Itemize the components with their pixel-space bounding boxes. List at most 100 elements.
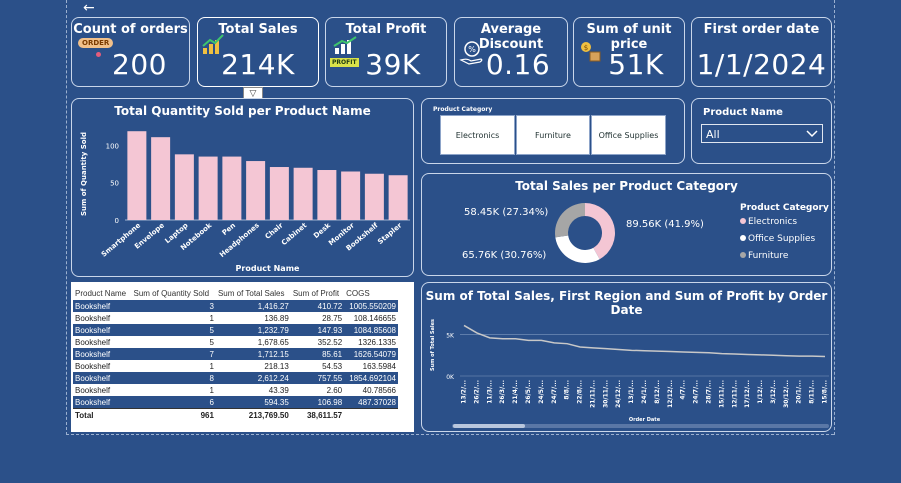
product-dropdown[interactable]: All <box>701 124 823 143</box>
x-tick-label: 21/11/... <box>589 380 596 408</box>
x-tick-label: 1/12/... <box>757 380 764 404</box>
column-header[interactable]: Product Name <box>73 286 132 300</box>
product-slicer-panel: Product Name All <box>691 98 832 164</box>
table-cell: 757.55 <box>290 372 345 384</box>
x-tick-label: 8/8/... <box>564 380 571 400</box>
x-tick-label: 20/1/... <box>796 380 803 404</box>
table-cell: 108.146655 <box>353 313 396 323</box>
x-tick-label: 24/5/... <box>538 380 545 404</box>
x-axis-title: Product Name <box>236 264 301 273</box>
table-cell: 3 <box>131 300 216 312</box>
kpi-value: 200 <box>112 48 167 81</box>
table-row[interactable]: Bookshelf 1 218.13 54.53 163.5984 <box>73 360 398 372</box>
legend-title: Product Category <box>740 203 829 213</box>
table-cell: 5 <box>209 337 214 347</box>
x-tick-label: 30/11/... <box>602 380 609 408</box>
table-cell: Bookshelf <box>73 324 132 336</box>
slice-label: 89.56K (41.9%) <box>626 219 704 230</box>
table-cell: 2,612.24 <box>215 372 291 384</box>
x-tick-label: Stapler <box>376 221 404 246</box>
table-cell: 136.89 <box>264 313 289 323</box>
sales-line <box>463 324 826 358</box>
bar <box>151 137 171 220</box>
y-tick-label: 100 <box>106 142 119 150</box>
kpi-total-sales: Total Sales 214K <box>197 17 319 87</box>
total-cell: Total <box>73 408 132 421</box>
table-row[interactable]: Bookshelf 6 594.35 106.98 487.37028 <box>73 396 398 409</box>
table-cell: 54.53 <box>322 361 343 371</box>
table-cell: 163.5984 <box>362 361 396 371</box>
bar <box>174 154 194 220</box>
table-row[interactable]: Bookshelf 5 1,678.65 352.52 1326.1335 <box>73 336 398 348</box>
category-option-electronics[interactable]: Electronics <box>440 115 515 155</box>
table-cell: 1084.85608 <box>344 324 398 336</box>
bar <box>293 167 313 220</box>
x-tick-label: 26/3/... <box>499 380 506 404</box>
total-cell: 961 <box>131 408 216 421</box>
bar <box>317 170 337 220</box>
table-cell: 6 <box>131 396 216 409</box>
y-axis-title: Sum of Total Sales <box>430 319 436 371</box>
x-tick-label: 24/7/... <box>551 380 558 404</box>
x-tick-label: 3/12/... <box>770 380 777 404</box>
kpi-total-profit: PROFIT Total Profit 39K <box>325 17 447 87</box>
category-option-office-supplies[interactable]: Office Supplies <box>591 115 666 155</box>
legend-swatch <box>740 235 746 241</box>
table-cell: 1,232.79 <box>215 324 291 336</box>
table-cell: 1,678.65 <box>257 337 289 347</box>
table-cell: Bookshelf <box>73 348 132 360</box>
y-tick-label: 0 <box>115 217 119 225</box>
legend-swatch <box>740 252 746 258</box>
table-cell: Bookshelf <box>75 337 111 347</box>
x-tick-label: 28/7/... <box>705 380 712 404</box>
column-header[interactable]: Sum of Profit <box>291 286 344 300</box>
table-cell: 1 <box>209 361 214 371</box>
table-cell: 1,712.15 <box>215 348 291 360</box>
table-cell: 40.78566 <box>362 385 396 395</box>
sales-by-date-panel: Sum of Total Sales, First Region and Sum… <box>421 282 832 432</box>
table-row[interactable]: Bookshelf 3 1,416.27 410.72 1005.550209 <box>73 300 398 312</box>
kpi-sum-unit-price: $ Sum of unit price 51K <box>573 17 685 87</box>
legend-item[interactable]: Electronics <box>740 217 815 234</box>
kpi-value: 0.16 <box>485 48 551 81</box>
y-tick-label: 50 <box>110 180 119 188</box>
table-row[interactable]: Bookshelf 1 136.89 28.75 108.146655 <box>73 312 398 324</box>
x-tick-label: 13/1/... <box>628 380 635 404</box>
legend-item[interactable]: Office Supplies <box>740 234 815 251</box>
table-row[interactable]: Bookshelf 1 43.39 2.60 40.78566 <box>73 384 398 396</box>
kpi-title: Count of orders <box>73 22 188 37</box>
pie-legend: Electronics Office Supplies Furniture <box>740 217 815 268</box>
category-option-furniture[interactable]: Furniture <box>516 115 590 155</box>
x-tick-label: 15/8/... <box>822 380 829 404</box>
x-tick-label: 8/12/... <box>654 380 661 404</box>
column-header[interactable]: Sum of Quantity Sold <box>132 286 216 300</box>
back-arrow-icon[interactable]: ← <box>83 0 95 16</box>
x-tick-label: 12/11/... <box>731 380 738 408</box>
x-tick-label: 21/4/... <box>512 380 519 404</box>
x-tick-label: Chair <box>264 221 285 241</box>
quantity-chart-panel: Total Quantity Sold per Product Name 0 50… <box>71 98 414 277</box>
table-row[interactable]: Bookshelf 7 1,712.15 85.61 1626.54079 <box>73 348 398 360</box>
slicer-title: Product Name <box>703 107 783 118</box>
table-row[interactable]: Bookshelf 5 1,232.79 147.93 1084.85608 <box>73 324 398 336</box>
table-total-row: Total 961 213,769.50 38,611.57 <box>73 408 398 421</box>
y-tick-label: 0K <box>446 374 455 381</box>
table-cell: Bookshelf <box>75 313 111 323</box>
x-tick-label: 17/12/... <box>744 380 751 408</box>
total-cell: 38,611.57 <box>290 408 345 421</box>
x-tick-label: 24/7/... <box>693 380 700 404</box>
scrollbar-thumb <box>453 424 525 428</box>
kpi-average-discount: % Average Discount 0.16 <box>454 17 568 87</box>
table-cell: Bookshelf <box>75 361 111 371</box>
table-cell: 1854.692104 <box>344 372 398 384</box>
legend-item[interactable]: Furniture <box>740 251 815 268</box>
bar <box>341 171 361 220</box>
x-tick-label: 22/8/... <box>577 380 584 404</box>
table-cell: 410.72 <box>290 300 345 312</box>
table-cell: 7 <box>131 348 216 360</box>
kpi-title: Total Profit <box>345 22 427 37</box>
table-row[interactable]: Bookshelf 8 2,612.24 757.55 1854.692104 <box>73 372 398 384</box>
column-header[interactable]: Sum of Total Sales <box>216 286 291 300</box>
column-header[interactable]: COGS <box>344 286 398 300</box>
sales-line-chart: 0K 5K 13/2/... 26/2/... 11/3/... 26/3/... 21/4… <box>430 319 829 428</box>
